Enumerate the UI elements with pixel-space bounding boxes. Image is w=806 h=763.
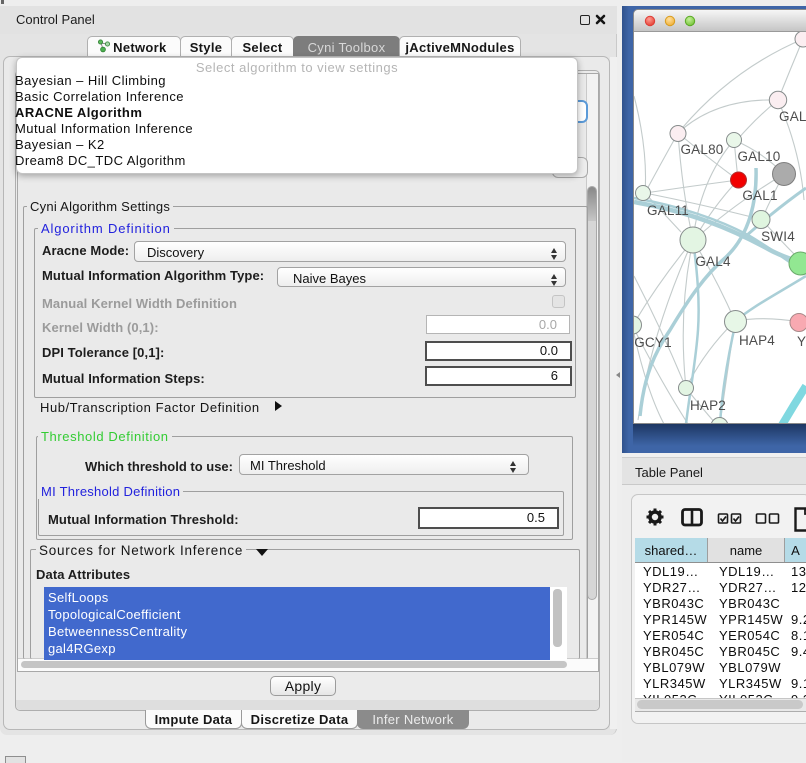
svg-text:SWI4: SWI4 (761, 229, 795, 244)
svg-text:Y: Y (797, 334, 806, 349)
svg-text:HAP2: HAP2 (690, 398, 726, 413)
svg-text:GAL7: GAL7 (779, 109, 806, 124)
svg-text:GAL80: GAL80 (680, 142, 723, 157)
svg-text:GAL1: GAL1 (742, 188, 777, 203)
svg-text:GCY1: GCY1 (634, 335, 672, 350)
svg-text:GAL11: GAL11 (647, 203, 689, 218)
svg-text:GAL10: GAL10 (737, 149, 780, 164)
svg-text:GAL4: GAL4 (695, 254, 731, 269)
svg-text:HAP4: HAP4 (739, 333, 775, 348)
